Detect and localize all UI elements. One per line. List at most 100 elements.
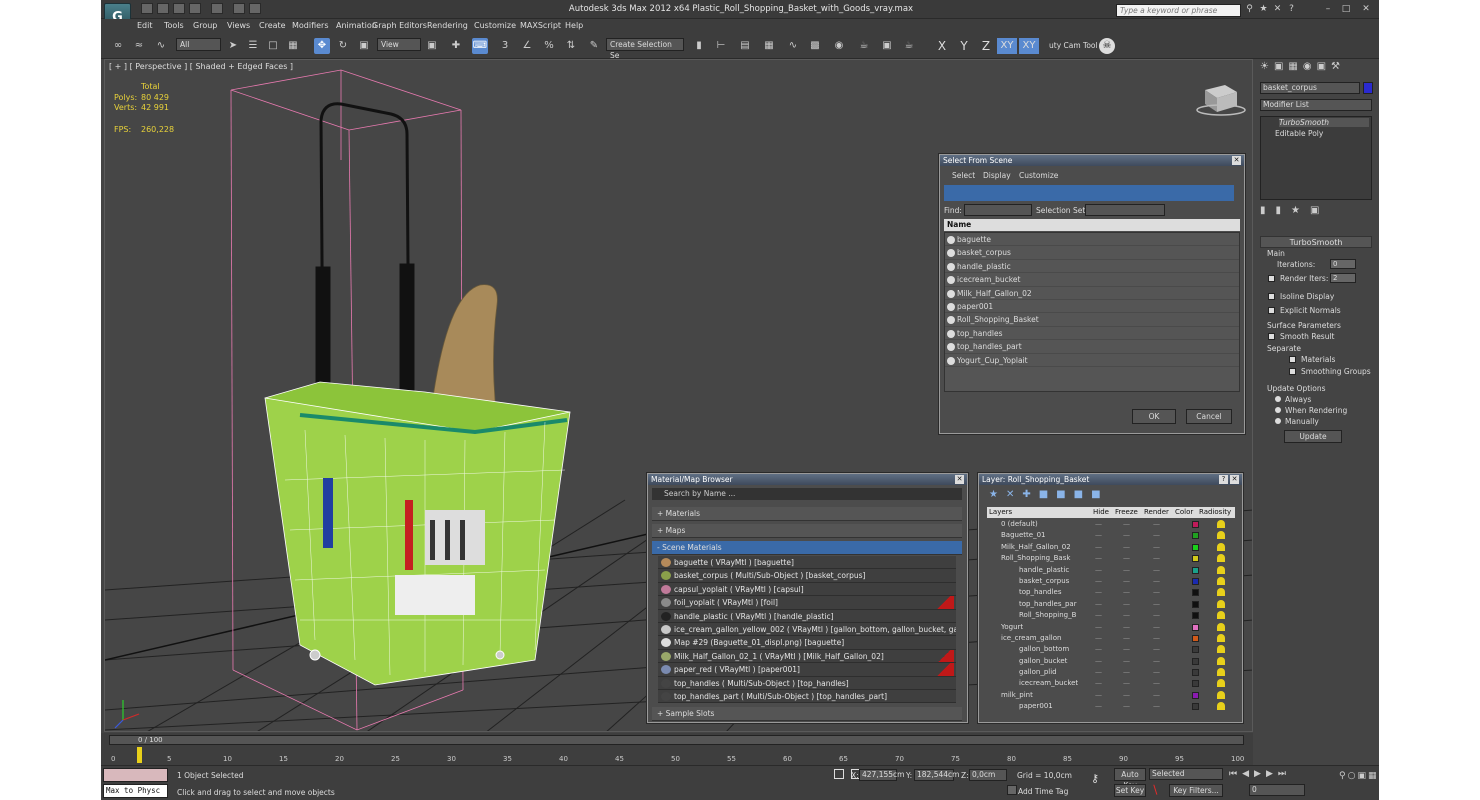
col-color[interactable]: Color	[1175, 507, 1193, 518]
maxscript-mini-listener[interactable]: Max to Physc	[103, 784, 168, 798]
smoothing-groups-checkbox[interactable]	[1289, 368, 1296, 375]
render-toggle[interactable]: —	[1153, 576, 1160, 587]
minimize-icon[interactable]: –	[1321, 3, 1335, 15]
viewport-navigation-controls[interactable]: ⚲○▣▦◉▣	[1339, 769, 1379, 799]
layer-color-swatch[interactable]	[1192, 623, 1199, 631]
layer-color-swatch[interactable]	[1192, 669, 1199, 677]
material-row[interactable]: paper_red ( VRayMtl ) [paper001]	[658, 663, 956, 677]
time-slider[interactable]: 0 / 100	[109, 735, 1244, 745]
hide-toggle[interactable]: —	[1095, 610, 1102, 621]
undo-icon[interactable]	[189, 3, 201, 14]
search-input[interactable]: Type a keyword or phrase	[1116, 4, 1241, 17]
hide-toggle[interactable]: —	[1095, 678, 1102, 689]
render-production-icon[interactable]: ☕	[901, 38, 917, 54]
set-key-icon[interactable]: ∖	[1151, 784, 1163, 796]
manually-radio[interactable]	[1275, 418, 1281, 424]
scene-materials-section[interactable]: - Scene Materials	[652, 541, 962, 555]
scene-object-row[interactable]: Milk_Half_Gallon_02	[945, 287, 1239, 300]
col-radiosity[interactable]: Radiosity	[1199, 507, 1231, 518]
save-file-icon[interactable]	[173, 3, 185, 14]
layer-color-swatch[interactable]	[1192, 532, 1199, 540]
layer-row[interactable]: ice_cream_gallon — — —	[987, 633, 1235, 644]
link-icon[interactable]: ∞	[110, 38, 126, 54]
cancel-button[interactable]: Cancel	[1186, 409, 1232, 424]
radiosity-icon[interactable]	[1217, 565, 1225, 574]
render-iters-spinner[interactable]: 2	[1330, 273, 1356, 283]
layer-panel-title[interactable]: Layer: Roll_Shopping_Basket	[979, 474, 1242, 485]
select-scale-icon[interactable]: ▣	[356, 38, 372, 54]
freeze-toggle[interactable]: —	[1123, 587, 1130, 598]
layer-color-swatch[interactable]	[1192, 657, 1199, 665]
new-file-icon[interactable]	[141, 3, 153, 14]
filter-icon-bar[interactable]	[944, 185, 1234, 201]
layer-row[interactable]: milk_pint — — —	[987, 690, 1235, 701]
help-icon[interactable]: ?	[1219, 475, 1228, 484]
menu-edit[interactable]: Edit	[137, 21, 153, 30]
radiosity-icon[interactable]	[1217, 668, 1225, 677]
layer-row[interactable]: gallon_bottom — — —	[987, 644, 1235, 655]
bind-spacewarp-icon[interactable]: ∿	[153, 38, 169, 54]
layer-color-swatch[interactable]	[1192, 600, 1199, 608]
name-column-header[interactable]: Name	[944, 219, 1240, 231]
material-row[interactable]: handle_plastic ( VRayMtl ) [handle_plast…	[658, 609, 956, 623]
set-key-button[interactable]: Set Key	[1114, 784, 1146, 797]
axis-x-button[interactable]: X	[933, 38, 951, 54]
sample-slots-section[interactable]: + Sample Slots	[652, 707, 962, 721]
radiosity-icon[interactable]	[1217, 622, 1225, 631]
ref-coord-dropdown[interactable]: View	[377, 38, 421, 51]
unlink-icon[interactable]: ≈	[131, 38, 147, 54]
render-toggle[interactable]: —	[1153, 599, 1160, 610]
freeze-toggle[interactable]: —	[1123, 656, 1130, 667]
menu-create[interactable]: Create	[259, 21, 286, 30]
hide-toggle[interactable]: —	[1095, 644, 1102, 655]
close-icon[interactable]: ✕	[955, 475, 964, 484]
scene-object-row[interactable]: top_handles_part	[945, 340, 1239, 354]
layer-color-swatch[interactable]	[1192, 543, 1199, 551]
layer-row[interactable]: 0 (default) — — —	[987, 519, 1235, 530]
subscription-icon[interactable]: ★	[1258, 4, 1269, 15]
scene-object-row[interactable]: basket_corpus	[945, 246, 1239, 260]
materials-section[interactable]: + Materials	[652, 507, 962, 521]
add-time-tag[interactable]: Add Time Tag	[1018, 787, 1068, 796]
radiosity-icon[interactable]	[1217, 588, 1225, 597]
freeze-toggle[interactable]: —	[1123, 519, 1130, 530]
hide-toggle[interactable]: —	[1095, 599, 1102, 610]
tab-customize[interactable]: Customize	[1019, 171, 1058, 180]
key-filters-button[interactable]: Key Filters...	[1169, 784, 1223, 797]
layer-color-swatch[interactable]	[1192, 703, 1199, 711]
stack-editable-poly[interactable]: Editable Poly	[1275, 129, 1323, 138]
layer-row[interactable]: handle_plastic — — —	[987, 565, 1235, 576]
always-radio[interactable]	[1275, 396, 1281, 402]
layer-row[interactable]: top_handles_par — — —	[987, 599, 1235, 610]
smooth-result-checkbox[interactable]	[1268, 333, 1275, 340]
render-toggle[interactable]: —	[1153, 553, 1160, 564]
skull-icon[interactable]: ☠	[1099, 38, 1115, 54]
material-row[interactable]: capsul_yoplait ( VRayMtl ) [capsul]	[658, 582, 956, 597]
hide-toggle[interactable]: —	[1095, 690, 1102, 701]
render-iters-checkbox[interactable]	[1268, 275, 1275, 282]
current-frame-field[interactable]: 0	[1249, 784, 1305, 796]
layer-row[interactable]: Roll_Shopping_Bask — — —	[987, 553, 1235, 564]
col-hide[interactable]: Hide	[1093, 507, 1109, 518]
freeze-toggle[interactable]: —	[1123, 542, 1130, 553]
playback-controls[interactable]: ⏮◀▶▶⏭	[1229, 769, 1334, 781]
radiosity-icon[interactable]	[1217, 531, 1225, 540]
layer-color-swatch[interactable]	[1192, 566, 1199, 574]
menu-modifiers[interactable]: Modifiers	[292, 21, 329, 30]
freeze-toggle[interactable]: —	[1123, 678, 1130, 689]
material-row[interactable]: Milk_Half_Gallon_02_1 ( VRayMtl ) [Milk_…	[658, 649, 956, 664]
cam-tool-label[interactable]: uty Cam Tool \	[1049, 41, 1103, 50]
update-button[interactable]: Update	[1284, 430, 1342, 443]
layer-row[interactable]: Roll_Shopping_B — — —	[987, 610, 1235, 621]
menu-group[interactable]: Group	[193, 21, 217, 30]
hide-toggle[interactable]: —	[1095, 519, 1102, 530]
freeze-toggle[interactable]: —	[1123, 701, 1130, 712]
scene-object-row[interactable]: paper001	[945, 300, 1239, 314]
layer-row[interactable]: gallon_plid — — —	[987, 667, 1235, 678]
layer-color-swatch[interactable]	[1192, 577, 1199, 585]
spinner-snap-icon[interactable]: ⇅	[563, 38, 579, 54]
redo-icon[interactable]	[211, 3, 223, 14]
col-freeze[interactable]: Freeze	[1115, 507, 1138, 518]
command-panel-tabs[interactable]: ☀▣▦◉▣⚒	[1260, 61, 1372, 77]
selection-filter-dropdown[interactable]: All	[176, 38, 221, 51]
